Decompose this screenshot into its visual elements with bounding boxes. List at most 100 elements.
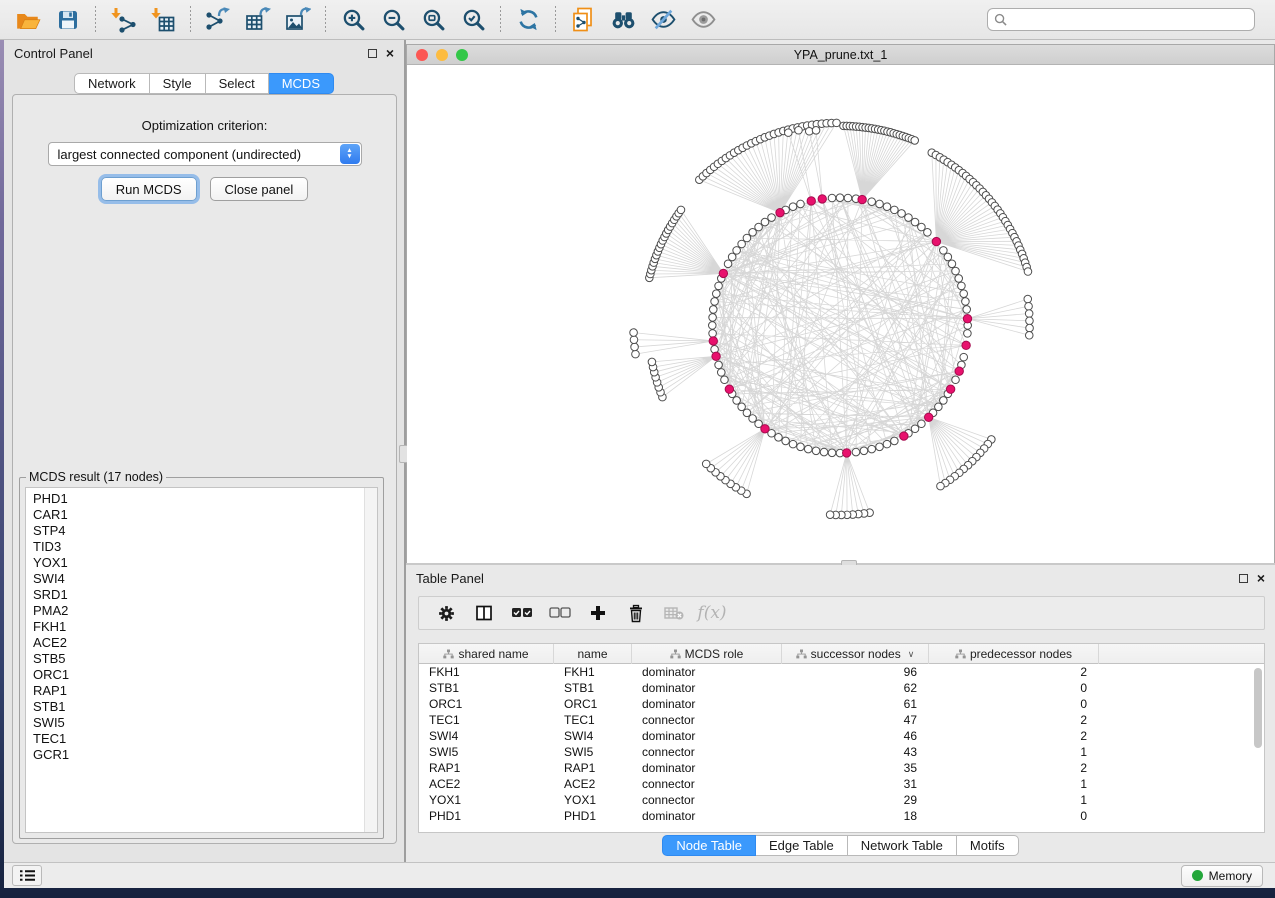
- mcds-result-item[interactable]: SWI5: [33, 715, 377, 731]
- graph-node[interactable]: [924, 229, 932, 237]
- graph-hub-node[interactable]: [962, 341, 970, 349]
- graph-node[interactable]: [898, 210, 906, 218]
- graph-node[interactable]: [883, 440, 891, 448]
- open-file-button[interactable]: [8, 3, 48, 37]
- column-header-shared-name[interactable]: shared name: [419, 644, 554, 664]
- graph-node[interactable]: [709, 330, 717, 338]
- delete-column-button[interactable]: [619, 599, 653, 627]
- graph-node[interactable]: [715, 361, 723, 369]
- export-table-button[interactable]: [238, 3, 278, 37]
- graph-node[interactable]: [962, 298, 970, 306]
- graph-node[interactable]: [826, 511, 834, 519]
- graph-node[interactable]: [804, 445, 812, 453]
- graph-node[interactable]: [876, 443, 884, 451]
- graph-node[interactable]: [911, 425, 919, 433]
- graph-node[interactable]: [812, 447, 820, 455]
- save-session-button[interactable]: [48, 3, 88, 37]
- function-builder-button[interactable]: f(x): [695, 599, 729, 627]
- graph-node[interactable]: [868, 445, 876, 453]
- graph-hub-node[interactable]: [761, 425, 769, 433]
- graph-node[interactable]: [958, 282, 966, 290]
- tab-network[interactable]: Network: [74, 73, 150, 94]
- table-settings-button[interactable]: [429, 599, 463, 627]
- graph-node[interactable]: [632, 350, 640, 358]
- search-box[interactable]: [987, 8, 1255, 31]
- graph-node[interactable]: [797, 200, 805, 208]
- float-panel-icon[interactable]: [1239, 574, 1248, 583]
- graph-hub-node[interactable]: [924, 413, 932, 421]
- graph-node[interactable]: [733, 397, 741, 405]
- graph-node[interactable]: [833, 119, 841, 127]
- graph-node[interactable]: [918, 420, 926, 428]
- graph-node[interactable]: [1025, 302, 1033, 310]
- graph-node[interactable]: [964, 330, 972, 338]
- mcds-result-item[interactable]: SRD1: [33, 587, 377, 603]
- export-image-button[interactable]: [278, 3, 318, 37]
- graph-node[interactable]: [940, 397, 948, 405]
- tab-select[interactable]: Select: [206, 73, 269, 94]
- show-all-button[interactable]: [683, 3, 723, 37]
- graph-node[interactable]: [648, 358, 656, 366]
- zoom-fit-button[interactable]: [413, 3, 453, 37]
- graph-node[interactable]: [724, 260, 732, 268]
- mcds-list-scrollbar[interactable]: [364, 488, 377, 832]
- search-input[interactable]: [1011, 13, 1248, 27]
- graph-node[interactable]: [630, 329, 638, 337]
- graph-node[interactable]: [631, 343, 639, 351]
- mcds-result-item[interactable]: PMA2: [33, 603, 377, 619]
- network-canvas[interactable]: [407, 65, 1274, 563]
- close-panel-button[interactable]: Close panel: [210, 177, 309, 201]
- mcds-result-item[interactable]: ACE2: [33, 635, 377, 651]
- select-all-rows-button[interactable]: [505, 599, 539, 627]
- column-header-predecessor-nodes[interactable]: predecessor nodes: [929, 644, 1099, 664]
- graph-hub-node[interactable]: [963, 315, 971, 323]
- graph-node[interactable]: [761, 218, 769, 226]
- graph-hub-node[interactable]: [807, 197, 815, 205]
- graph-node[interactable]: [795, 126, 803, 134]
- run-mcds-button[interactable]: Run MCDS: [101, 177, 197, 201]
- graph-node[interactable]: [883, 203, 891, 211]
- graph-node[interactable]: [775, 434, 783, 442]
- memory-button[interactable]: Memory: [1181, 865, 1263, 887]
- graph-node[interactable]: [948, 260, 956, 268]
- graph-node[interactable]: [876, 200, 884, 208]
- graph-node[interactable]: [1026, 317, 1034, 325]
- column-header-successor-nodes[interactable]: successor nodes∨: [782, 644, 929, 664]
- graph-node[interactable]: [944, 253, 952, 261]
- zoom-in-button[interactable]: [333, 3, 373, 37]
- graph-node[interactable]: [677, 206, 685, 214]
- tab-mcds[interactable]: MCDS: [269, 73, 334, 94]
- graph-node[interactable]: [820, 448, 828, 456]
- tab-edge-table[interactable]: Edge Table: [756, 835, 848, 856]
- graph-hub-node[interactable]: [858, 195, 866, 203]
- table-row[interactable]: RAP1RAP1dominator352: [419, 760, 1264, 776]
- graph-node[interactable]: [1025, 331, 1033, 339]
- import-table-button[interactable]: [143, 3, 183, 37]
- graph-node[interactable]: [712, 290, 720, 298]
- graph-node[interactable]: [785, 129, 793, 137]
- graph-node[interactable]: [868, 198, 876, 206]
- graph-node[interactable]: [1024, 295, 1032, 303]
- graph-node[interactable]: [738, 403, 746, 411]
- graph-node[interactable]: [905, 214, 913, 222]
- graph-hub-node[interactable]: [818, 195, 826, 203]
- tab-network-table[interactable]: Network Table: [848, 835, 957, 856]
- graph-node[interactable]: [937, 482, 945, 490]
- mcds-result-item[interactable]: TEC1: [33, 731, 377, 747]
- graph-hub-node[interactable]: [955, 367, 963, 375]
- table-row[interactable]: SWI4SWI4dominator462: [419, 728, 1264, 744]
- graph-hub-node[interactable]: [719, 269, 727, 277]
- table-row[interactable]: STB1STB1dominator620: [419, 680, 1264, 696]
- column-header-name[interactable]: name: [554, 644, 632, 664]
- graph-node[interactable]: [1026, 324, 1034, 332]
- find-button[interactable]: [603, 3, 643, 37]
- new-network-from-selection-button[interactable]: [563, 3, 603, 37]
- criterion-select[interactable]: largest connected component (undirected)…: [48, 142, 362, 166]
- graph-node[interactable]: [960, 290, 968, 298]
- graph-node[interactable]: [768, 214, 776, 222]
- mcds-result-item[interactable]: STB1: [33, 699, 377, 715]
- graph-node[interactable]: [891, 206, 899, 214]
- mcds-result-item[interactable]: YOX1: [33, 555, 377, 571]
- graph-node[interactable]: [782, 437, 790, 445]
- delete-table-button[interactable]: [657, 599, 691, 627]
